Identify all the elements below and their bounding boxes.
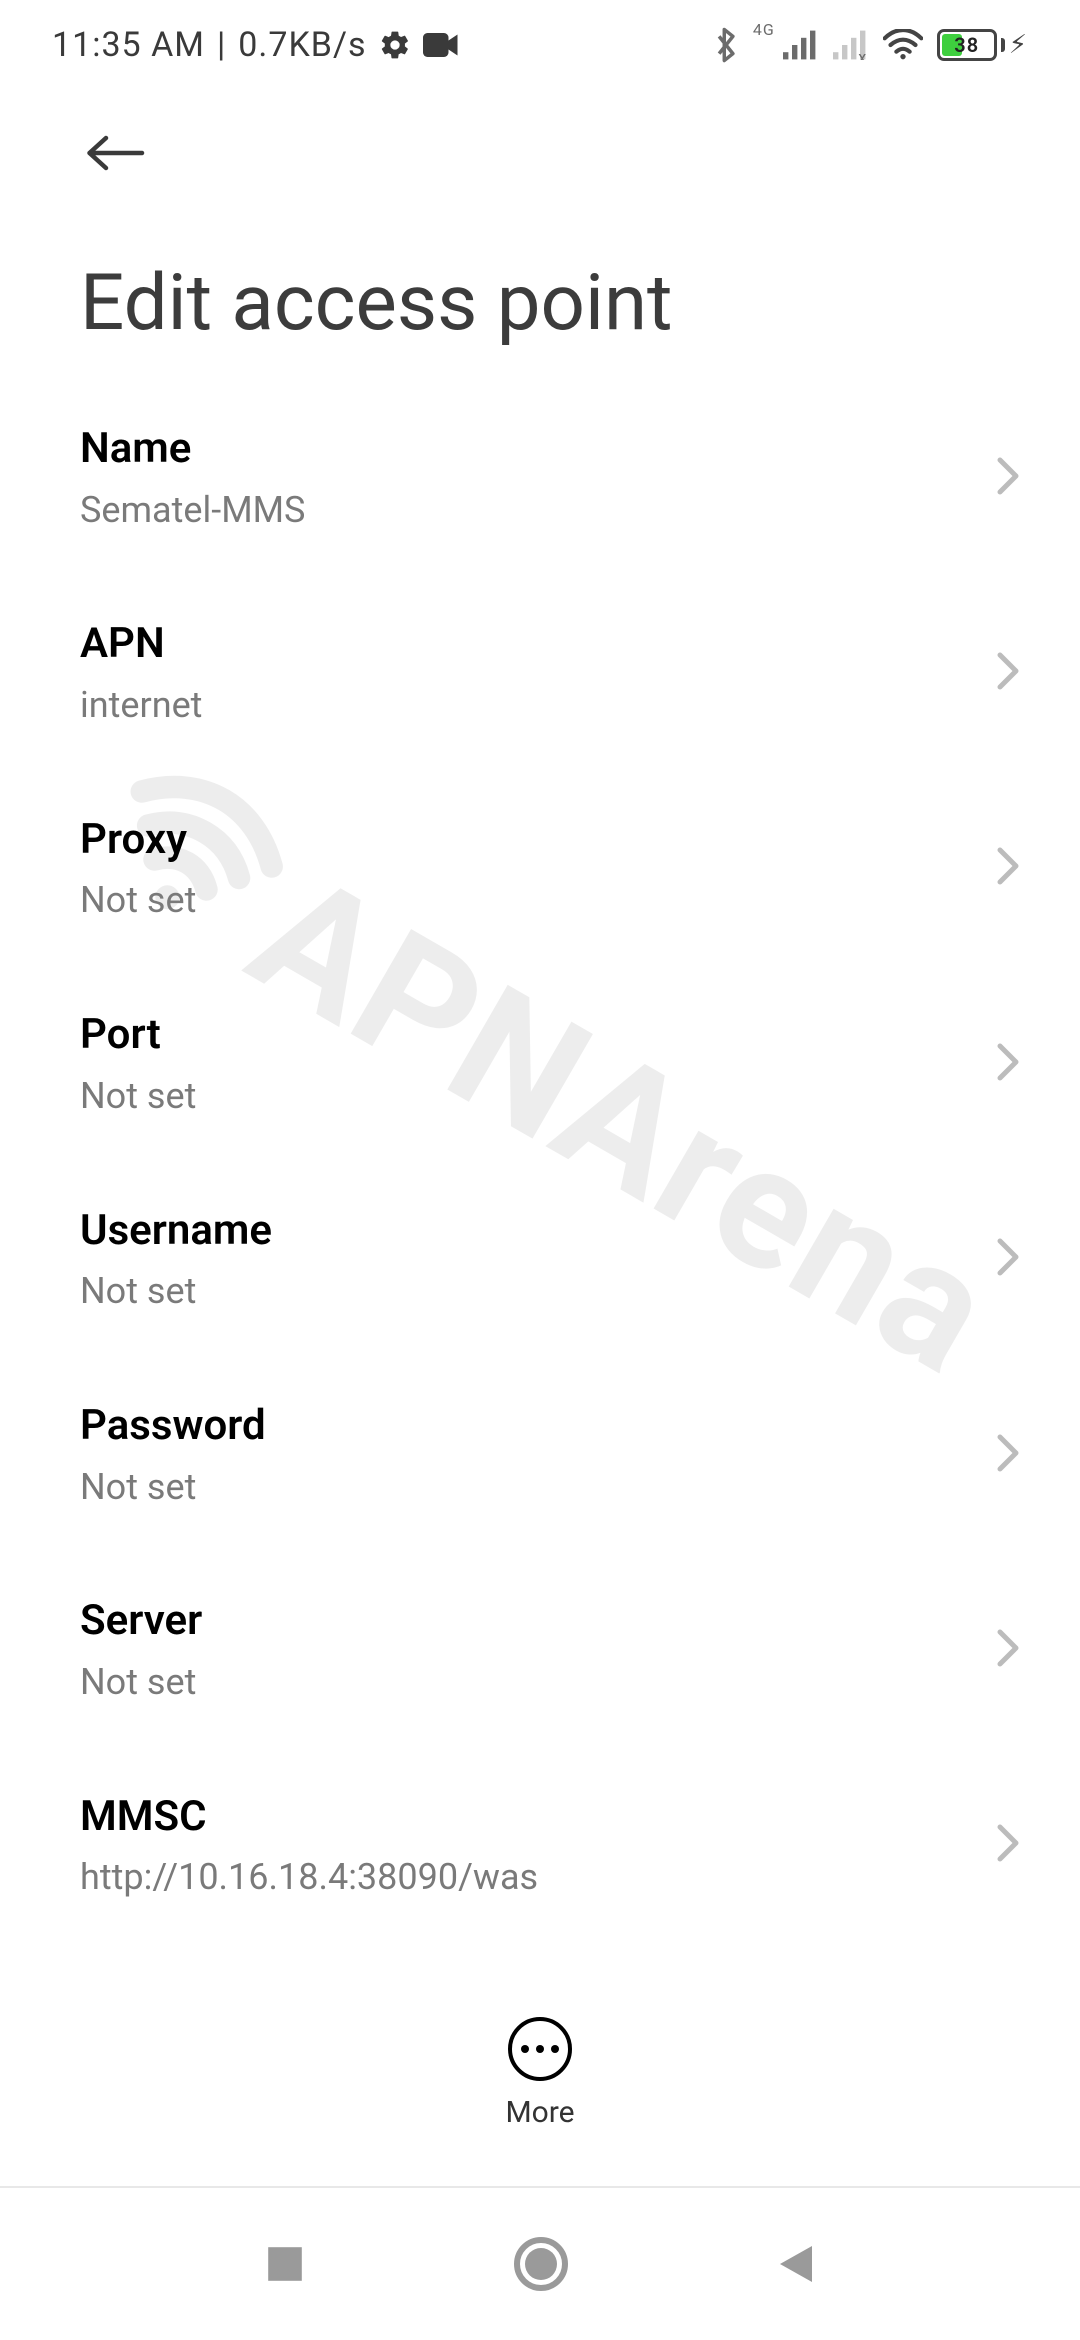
battery-pct: 38 — [940, 32, 994, 58]
chevron-right-icon — [996, 1433, 1020, 1477]
setting-server[interactable]: Server Not set — [0, 1552, 1080, 1747]
back-button[interactable] — [80, 118, 150, 188]
charging-icon: ⚡︎ — [1009, 30, 1028, 60]
setting-mmsc[interactable]: MMSC http://10.16.18.4:38090/was — [0, 1748, 1080, 1943]
more-bar: More — [0, 2017, 1080, 2130]
setting-label: Password — [80, 1399, 1000, 1454]
setting-password[interactable]: Password Not set — [0, 1357, 1080, 1552]
signal-sim2-icon: x — [833, 30, 869, 60]
setting-value: Not set — [80, 877, 1000, 924]
ellipsis-icon — [521, 2045, 559, 2053]
battery-icon: 38 ⚡︎ — [937, 29, 1028, 61]
signal-sim1-icon — [783, 30, 819, 60]
chevron-right-icon — [996, 1237, 1020, 1281]
more-button[interactable] — [508, 2017, 572, 2081]
setting-value: Sematel-MMS — [80, 487, 1000, 534]
more-label: More — [505, 2095, 574, 2130]
setting-label: Proxy — [80, 813, 1000, 868]
setting-value: Not set — [80, 1073, 1000, 1120]
wifi-icon — [883, 29, 923, 61]
nav-back-button[interactable] — [776, 2242, 816, 2286]
chevron-right-icon — [996, 651, 1020, 695]
setting-label: MMSC — [80, 1790, 1000, 1845]
triangle-left-icon — [776, 2242, 816, 2286]
status-bar: 11:35 AM | 0.7KB/s 4G x 38 ⚡︎ — [0, 0, 1080, 90]
chevron-right-icon — [996, 456, 1020, 500]
page-title: Edit access point — [80, 258, 1000, 349]
status-sep: | — [217, 25, 226, 65]
chevron-right-icon — [996, 1628, 1020, 1672]
status-time: 11:35 AM — [52, 25, 205, 65]
nav-recent-button[interactable] — [264, 2243, 306, 2285]
setting-value: http://10.16.18.4:38090/was — [80, 1854, 1000, 1901]
circle-icon — [513, 2236, 569, 2292]
bluetooth-icon — [713, 26, 739, 64]
setting-mms-proxy[interactable]: MMS proxy 10.16.18.77 — [0, 1943, 1080, 1960]
setting-label: Server — [80, 1594, 1000, 1649]
setting-apn[interactable]: APN internet — [0, 575, 1080, 770]
header: Edit access point — [0, 108, 1080, 349]
setting-value: Not set — [80, 1268, 1000, 1315]
setting-label: Username — [80, 1204, 1000, 1259]
setting-label: APN — [80, 617, 1000, 672]
android-navbar — [0, 2188, 1080, 2340]
setting-label: Name — [80, 422, 1000, 477]
setting-value: Not set — [80, 1464, 1000, 1511]
chevron-right-icon — [996, 1042, 1020, 1086]
setting-value: internet — [80, 682, 1000, 729]
arrow-left-icon — [85, 129, 145, 177]
setting-proxy[interactable]: Proxy Not set — [0, 771, 1080, 966]
settings-list: Name Sematel-MMS APN internet Proxy Not … — [0, 380, 1080, 1960]
square-icon — [264, 2243, 306, 2285]
svg-text:x: x — [858, 48, 868, 60]
setting-port[interactable]: Port Not set — [0, 966, 1080, 1161]
setting-value: Not set — [80, 1659, 1000, 1706]
gear-icon — [379, 29, 411, 61]
setting-label: Port — [80, 1008, 1000, 1063]
chevron-right-icon — [996, 846, 1020, 890]
chevron-right-icon — [996, 1823, 1020, 1867]
nav-home-button[interactable] — [513, 2236, 569, 2292]
camera-icon — [423, 31, 459, 59]
network-4g-label: 4G — [753, 20, 775, 39]
setting-name[interactable]: Name Sematel-MMS — [0, 380, 1080, 575]
status-speed: 0.7KB/s — [238, 25, 366, 65]
setting-username[interactable]: Username Not set — [0, 1162, 1080, 1357]
